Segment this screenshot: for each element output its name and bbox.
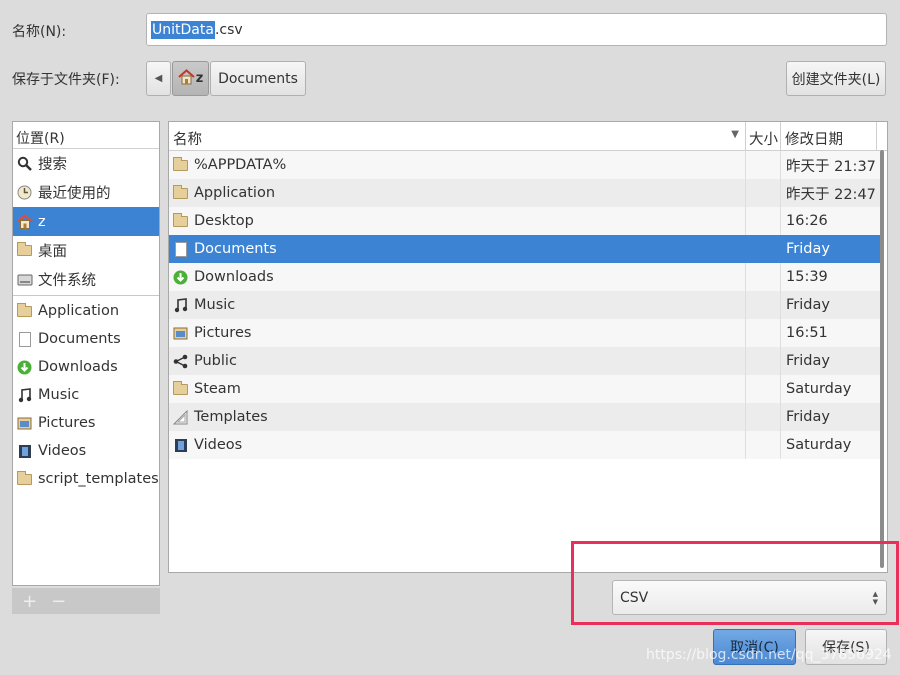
download-icon — [16, 359, 33, 376]
column-name-header[interactable]: 名称 ▼ — [169, 122, 746, 150]
folder-icon — [16, 302, 33, 320]
sort-descending-icon: ▼ — [731, 129, 739, 140]
place-home[interactable]: z — [13, 207, 159, 236]
places-header[interactable]: 位置(R) — [13, 122, 159, 149]
path-scroll-left-button[interactable]: ◀ — [146, 61, 171, 96]
pictures-icon — [16, 415, 33, 432]
place-label: 桌面 — [38, 244, 67, 260]
download-icon — [172, 269, 189, 286]
file-row[interactable]: Templates Friday — [169, 403, 880, 431]
filename-input[interactable]: UnitData .csv — [146, 13, 887, 46]
file-list: 名称 ▼ 大小 修改日期 %APPDATA% 昨天于 21:37 Applica… — [168, 121, 888, 573]
folder-icon — [172, 156, 189, 174]
place-label: Pictures — [38, 415, 96, 431]
place-desktop[interactable]: 桌面 — [13, 236, 159, 265]
path-home-label: z — [195, 71, 204, 86]
file-row[interactable]: Steam Saturday — [169, 375, 880, 403]
add-bookmark-button[interactable]: + — [22, 591, 37, 612]
search-icon — [16, 155, 33, 172]
place-label: 搜索 — [38, 157, 67, 173]
path-home-button[interactable]: z — [172, 61, 209, 96]
folder-icon — [172, 212, 189, 230]
create-folder-button[interactable]: 创建文件夹(L) — [786, 61, 886, 96]
file-row-selected[interactable]: Documents Friday — [169, 235, 880, 263]
file-row[interactable]: Music Friday — [169, 291, 880, 319]
videos-icon — [16, 443, 33, 460]
place-filesystem[interactable]: 文件系统 — [13, 265, 159, 294]
watermark-text: https://blog.csdn.net/qq_37856924 — [646, 647, 892, 663]
bookmark-music[interactable]: Music — [13, 381, 159, 409]
path-documents-button[interactable]: Documents — [210, 61, 306, 96]
file-row[interactable]: Downloads 15:39 — [169, 263, 880, 291]
file-row[interactable]: Public Friday — [169, 347, 880, 375]
place-label: Downloads — [38, 359, 118, 375]
column-modified-header[interactable]: 修改日期 — [781, 122, 877, 150]
music-icon — [16, 387, 33, 404]
file-row[interactable]: %APPDATA% 昨天于 21:37 — [169, 151, 880, 179]
place-label: Videos — [38, 443, 87, 459]
recent-icon — [16, 184, 33, 201]
place-label: 最近使用的 — [38, 186, 111, 202]
file-row[interactable]: Videos Saturday — [169, 431, 880, 459]
remove-bookmark-button[interactable]: − — [51, 591, 66, 612]
music-icon — [172, 297, 189, 314]
file-list-scrollbar[interactable] — [880, 150, 884, 568]
file-list-header: 名称 ▼ 大小 修改日期 — [169, 122, 887, 151]
bookmark-script-templates[interactable]: script_templates — [13, 465, 159, 493]
annotation-highlight-box — [571, 541, 899, 625]
place-label: Music — [38, 387, 80, 403]
file-row[interactable]: Application 昨天于 22:47 — [169, 179, 880, 207]
drive-icon — [16, 271, 33, 288]
save-in-label: 保存于文件夹(F): — [12, 72, 120, 88]
bookmark-documents[interactable]: Documents — [13, 325, 159, 353]
folder-icon — [16, 242, 33, 259]
place-label: script_templates — [38, 471, 159, 487]
file-row[interactable]: Pictures 16:51 — [169, 319, 880, 347]
pictures-icon — [172, 325, 189, 342]
place-recent[interactable]: 最近使用的 — [13, 178, 159, 207]
file-row[interactable]: Desktop 16:26 — [169, 207, 880, 235]
bookmark-pictures[interactable]: Pictures — [13, 409, 159, 437]
bookmark-application[interactable]: Application — [13, 297, 159, 325]
places-toolbar: + − — [12, 588, 160, 614]
column-size-header[interactable]: 大小 — [746, 122, 781, 150]
folder-icon — [16, 470, 33, 488]
places-divider — [13, 295, 159, 296]
place-label: Application — [38, 303, 120, 319]
videos-icon — [172, 437, 189, 454]
home-icon — [178, 68, 195, 89]
document-icon — [16, 331, 33, 348]
place-label: 文件系统 — [38, 273, 96, 289]
folder-icon — [172, 380, 189, 398]
places-panel: 位置(R) 搜索 最近使用的 z 桌面 文件系统 Application Doc… — [12, 121, 160, 586]
document-icon — [172, 241, 189, 258]
templates-icon — [172, 409, 189, 426]
place-search[interactable]: 搜索 — [13, 149, 159, 178]
place-label: Documents — [38, 331, 121, 347]
bookmark-videos[interactable]: Videos — [13, 437, 159, 465]
filename-extension-text: .csv — [214, 21, 243, 38]
name-label: 名称(N): — [12, 24, 67, 40]
share-icon — [172, 353, 189, 370]
bookmark-downloads[interactable]: Downloads — [13, 353, 159, 381]
home-icon — [16, 213, 33, 230]
folder-icon — [172, 184, 189, 202]
filename-selected-text: UnitData — [151, 20, 215, 39]
place-label: z — [38, 213, 46, 230]
